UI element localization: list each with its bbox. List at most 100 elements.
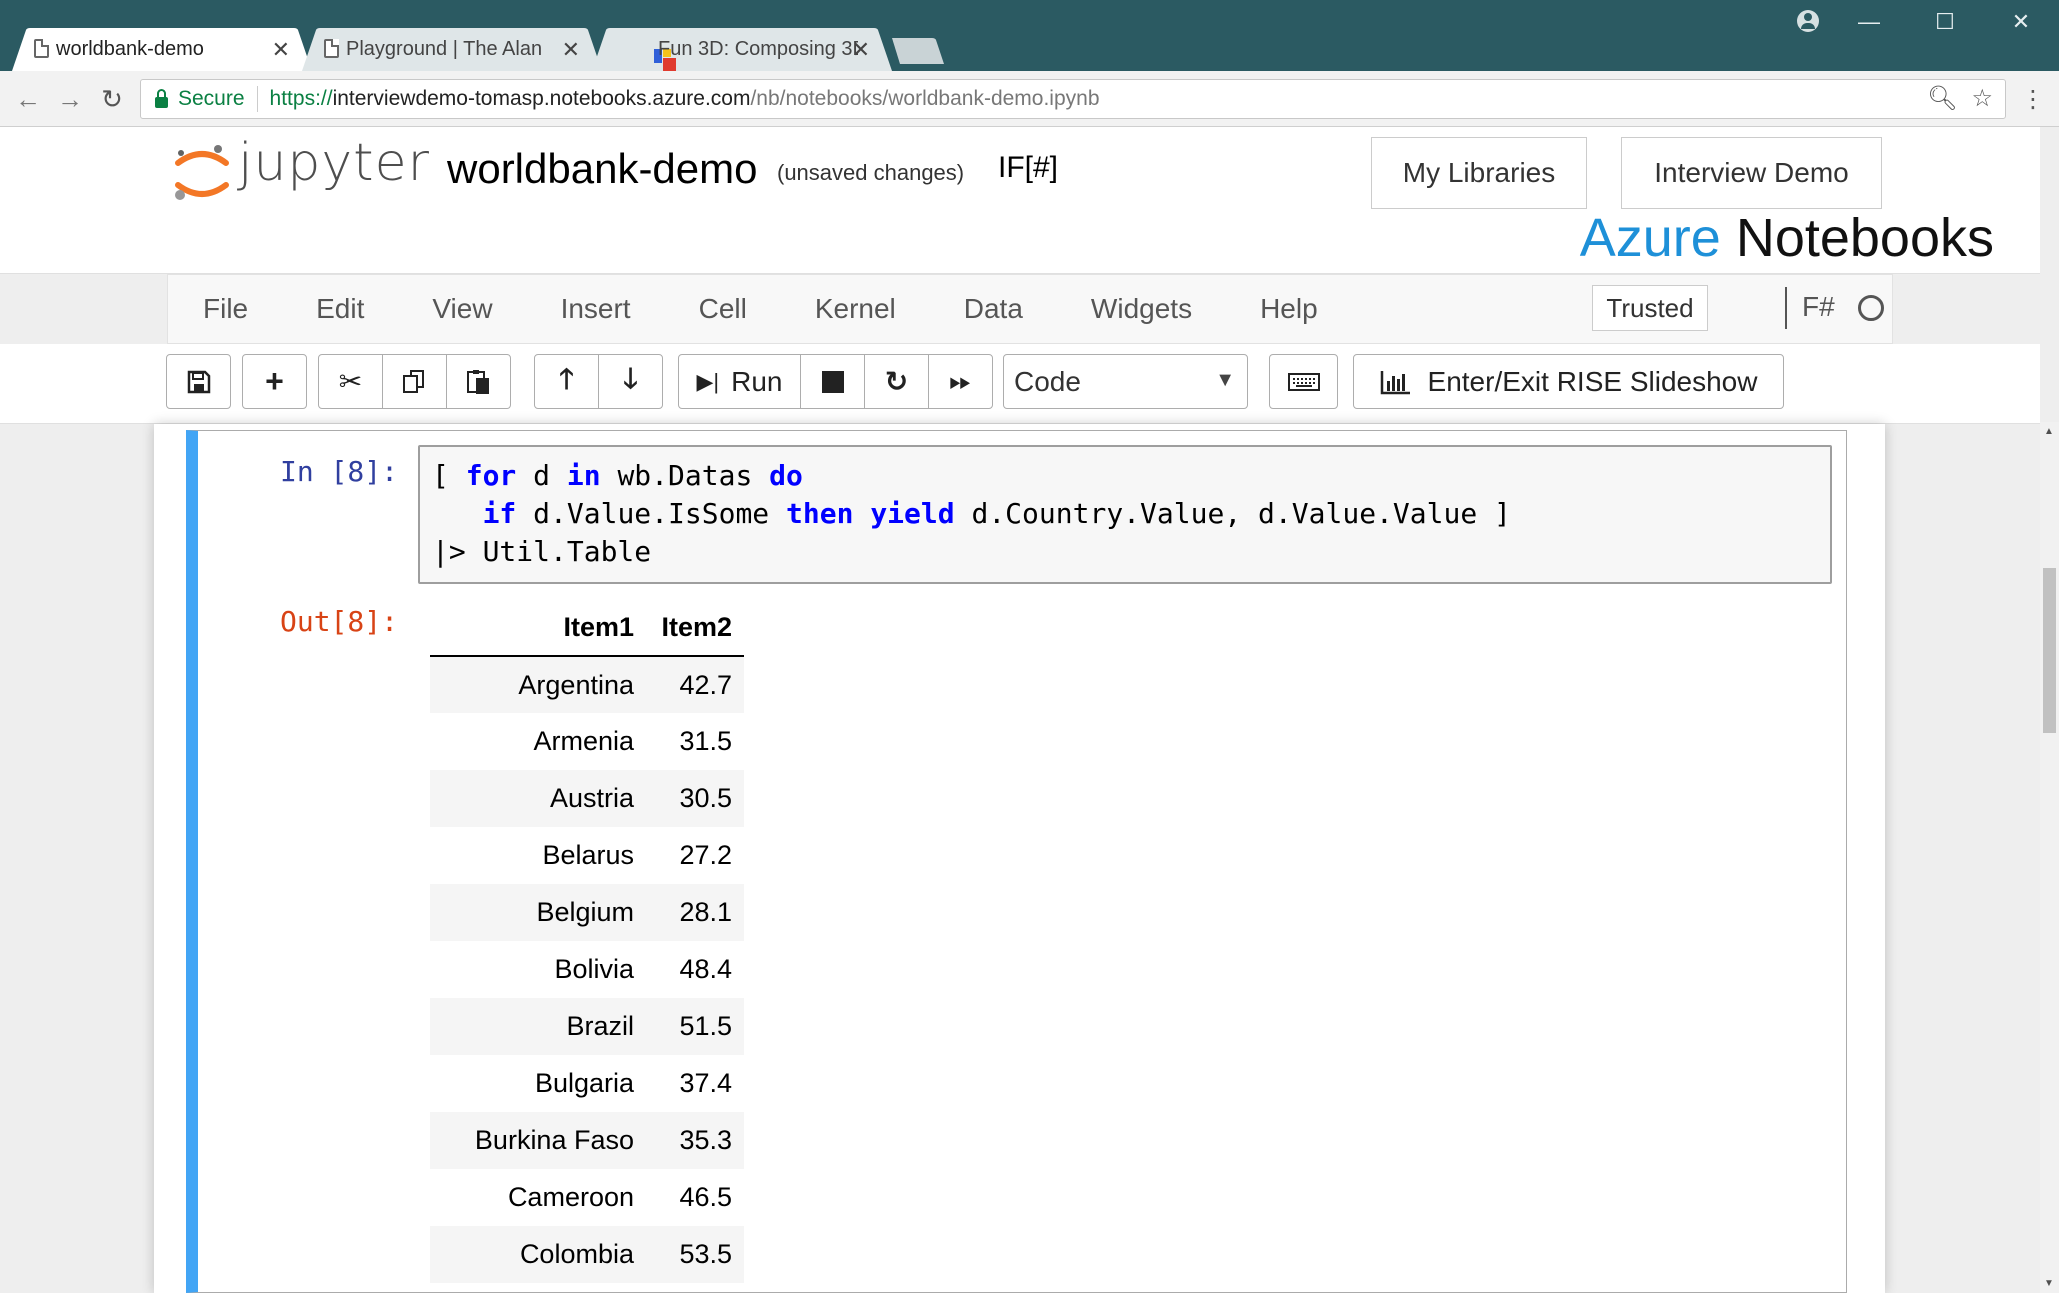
paste-button[interactable]	[446, 354, 511, 409]
value-cell: 42.7	[646, 656, 744, 713]
table-row: Bulgaria 37.4	[430, 1055, 744, 1112]
jupyter-logo-icon	[175, 145, 229, 200]
menu-help[interactable]: Help	[1260, 293, 1318, 325]
cell-type-value: Code	[1014, 365, 1081, 397]
value-cell: 30.5	[646, 770, 744, 827]
menu-view[interactable]: View	[432, 293, 492, 325]
input-prompt: In [8]:	[279, 455, 398, 488]
value-cell: 28.1	[646, 884, 744, 941]
menu-edit[interactable]: Edit	[316, 293, 364, 325]
insert-cell-button[interactable]: +	[242, 354, 307, 409]
value-cell: 53.5	[646, 1226, 744, 1283]
menu-insert[interactable]: Insert	[561, 293, 631, 325]
maximize-button[interactable]: ☐	[1907, 0, 1983, 44]
notebook-container: In [8]: [ for d in wb.Datas do if d.Valu…	[154, 424, 1885, 1293]
code-cell[interactable]: In [8]: [ for d in wb.Datas do if d.Valu…	[186, 430, 1847, 1293]
scrollbar-thumb[interactable]	[2043, 568, 2056, 733]
copy-button[interactable]	[382, 354, 447, 409]
table-row: Argentina 42.7	[430, 656, 744, 713]
tab-close-icon[interactable]: ✕	[272, 37, 290, 63]
minimize-button[interactable]: —	[1831, 0, 1907, 44]
browser-tab-fun3d[interactable]: Fun 3D: Composing 3D c ✕	[592, 28, 892, 71]
menu-file[interactable]: File	[203, 293, 248, 325]
stop-icon	[821, 370, 844, 393]
copy-icon	[402, 369, 424, 393]
move-down-button[interactable]: 🡓	[598, 354, 663, 409]
tab-close-icon[interactable]: ✕	[852, 37, 870, 63]
table-row: Colombia 53.5	[430, 1226, 744, 1283]
new-tab-button[interactable]	[892, 38, 944, 64]
fast-forward-icon: ⏩︎	[949, 365, 972, 396]
bar-chart-icon	[1380, 370, 1410, 394]
code-editor[interactable]: [ for d in wb.Datas do if d.Value.IsSome…	[418, 445, 1832, 584]
restart-run-all-button[interactable]: ⏩︎	[928, 354, 993, 409]
keyword-do: do	[769, 459, 803, 492]
cut-button[interactable]: ✂	[318, 354, 383, 409]
menu-kernel[interactable]: Kernel	[815, 293, 896, 325]
interview-demo-button[interactable]: Interview Demo	[1621, 137, 1882, 209]
address-bar[interactable]: Secure https:// interviewdemo-tomasp.not…	[140, 79, 2006, 119]
star-icon[interactable]: ☆	[1971, 84, 1993, 113]
table-row: Bolivia 48.4	[430, 941, 744, 998]
url-host: interviewdemo-tomasp.notebooks.azure.com	[332, 87, 751, 110]
restart-button[interactable]: ↻	[864, 354, 929, 409]
notebook-name[interactable]: worldbank-demo	[447, 145, 758, 193]
browser-menu-icon[interactable]: ⋮	[2021, 85, 2045, 114]
chevron-down-icon: ▼	[1215, 369, 1235, 391]
keyboard-icon	[1287, 372, 1320, 391]
back-arrow-icon[interactable]: ←	[12, 83, 44, 115]
lock-icon	[155, 88, 168, 108]
save-button[interactable]	[166, 354, 231, 409]
menu-data[interactable]: Data	[964, 293, 1023, 325]
value-cell: 37.4	[679, 1068, 732, 1098]
scroll-down-arrow-icon[interactable]: ▼	[2044, 1278, 2054, 1289]
table-row: Armenia 31.5	[430, 713, 744, 770]
browser-tab-worldbank-demo[interactable]: worldbank-demo ✕	[12, 28, 312, 71]
code-token: d.Country.Value, d.Value.Value ]	[954, 497, 1511, 530]
forward-arrow-icon[interactable]: →	[54, 83, 86, 115]
jupyter-page: jupyter worldbank-demo (unsaved changes)…	[0, 127, 2040, 1293]
reload-icon[interactable]: ↻	[96, 83, 128, 115]
kernel-name: F#	[1802, 291, 1835, 322]
run-label: Run	[731, 365, 783, 397]
command-palette-button[interactable]	[1269, 354, 1338, 409]
rise-label: Enter/Exit RISE Slideshow	[1427, 365, 1758, 397]
azure-notebooks-logo: Azure Notebooks	[1579, 208, 1994, 268]
save-status: (unsaved changes)	[777, 160, 965, 185]
tab-title: worldbank-demo	[56, 38, 204, 60]
menu-cell[interactable]: Cell	[699, 293, 747, 325]
code-line-3: |> Util.Table	[432, 535, 652, 568]
country-cell: Bulgaria	[534, 1068, 634, 1098]
menu-widgets[interactable]: Widgets	[1091, 293, 1192, 325]
scroll-up-arrow-icon[interactable]: ▲	[2044, 426, 2054, 437]
code-token: wb.Datas	[600, 459, 770, 492]
keyword-in: in	[566, 459, 601, 492]
output-prompt: Out[8]:	[279, 605, 398, 638]
kernel-badge: IF[#]	[998, 151, 1059, 184]
arrow-up-icon: 🡑	[559, 362, 574, 394]
move-up-button[interactable]: 🡑	[534, 354, 599, 409]
browser-tab-playground[interactable]: Playground | The Alan Tu ✕	[302, 28, 602, 71]
my-libraries-button[interactable]: My Libraries	[1371, 137, 1587, 209]
close-window-button[interactable]: ✕	[1983, 0, 2059, 44]
zoom-icon[interactable]: 🔍︎	[1927, 84, 1957, 113]
interrupt-button[interactable]	[800, 354, 865, 409]
run-button[interactable]: ▶| Run	[678, 354, 801, 409]
tab-title: Fun 3D: Composing 3D c	[658, 38, 858, 60]
profile-icon[interactable]	[1797, 10, 1819, 32]
cell-type-select[interactable]: Code ▼	[1003, 354, 1248, 409]
notebook-toolbar: + ✂ 🡑 🡓 ▶| Run ↻ ⏩︎ Code ▼ Enter/Exit RI…	[0, 344, 2040, 424]
country-cell: Argentina	[430, 656, 646, 713]
trusted-indicator[interactable]: Trusted	[1592, 285, 1708, 331]
rise-slideshow-button[interactable]: Enter/Exit RISE Slideshow	[1353, 354, 1784, 409]
save-icon	[187, 370, 210, 393]
country-cell: Bolivia	[554, 954, 634, 984]
table-row: Cameroon 46.5	[430, 1169, 744, 1226]
page-scrollbar[interactable]: ▲ ▼	[2040, 422, 2059, 1293]
tab-close-icon[interactable]: ✕	[562, 37, 580, 63]
value-cell: 46.5	[679, 1182, 732, 1212]
code-bracket: [	[432, 459, 466, 492]
country-cell: Cameroon	[507, 1182, 634, 1212]
tab-title: Playground | The Alan Tu	[346, 38, 546, 60]
